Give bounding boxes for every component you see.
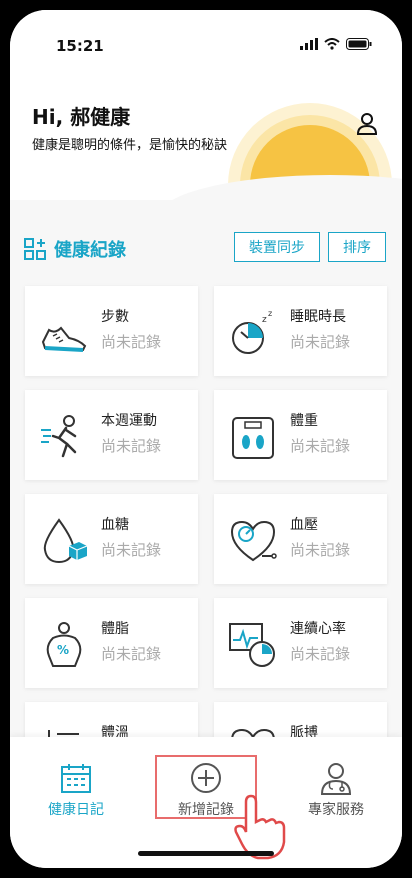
svg-text:z: z (268, 309, 272, 318)
greeting-title: Hi, 郝健康 (32, 105, 131, 129)
heart-rate-clock-icon (229, 623, 275, 667)
body-fat-icon: % (46, 622, 82, 667)
scale-icon (232, 417, 274, 459)
card-value: 尚未記錄 (290, 541, 351, 559)
tab-label: 健康日記 (48, 802, 104, 818)
tab-expert-service[interactable]: 專家服務 (276, 761, 396, 819)
doctor-icon (320, 763, 352, 795)
card-title: 連續心率 (290, 621, 346, 637)
card-continuous-heart-rate[interactable]: 連續心率 尚未記錄 (214, 598, 387, 688)
card-title: 血壓 (290, 517, 318, 533)
card-title: 本週運動 (101, 413, 157, 429)
card-blood-sugar[interactable]: 血糖 尚未記錄 (25, 494, 198, 584)
card-blood-pressure[interactable]: 血壓 尚未記錄 (214, 494, 387, 584)
section-title: 健康紀錄 (54, 240, 126, 261)
tab-label: 專家服務 (308, 802, 364, 818)
sort-button[interactable]: 排序 (328, 232, 386, 262)
running-icon (41, 415, 77, 458)
card-value: 尚未記錄 (290, 437, 351, 455)
card-title: 血糖 (101, 517, 129, 533)
app-screen: 15:21 Hi, 郝健康 健康是聰明的條件，是愉快的秘訣 健康紀錄 裝置同步 … (10, 10, 402, 868)
card-value: 尚未記錄 (101, 333, 162, 351)
user-profile-icon[interactable] (356, 112, 378, 136)
sleep-clock-icon: zz (232, 309, 272, 354)
card-value: 尚未記錄 (101, 541, 162, 559)
signal-icon (300, 38, 318, 50)
card-weekly-exercise[interactable]: 本週運動 尚未記錄 (25, 390, 198, 480)
status-bar: 15:21 (10, 10, 402, 70)
health-records-heading: 健康紀錄 (24, 236, 126, 262)
hill-illustration (160, 175, 402, 200)
card-value: 尚未記錄 (101, 645, 162, 663)
card-value: 尚未記錄 (101, 437, 162, 455)
card-steps[interactable]: 步數 尚未記錄 (25, 286, 198, 376)
heart-gauge-icon (230, 520, 277, 562)
status-icons (300, 38, 372, 50)
card-body-fat[interactable]: % 體脂 尚未記錄 (25, 598, 198, 688)
phone-frame: 15:21 Hi, 郝健康 健康是聰明的條件，是愉快的秘訣 健康紀錄 裝置同步 … (0, 0, 412, 878)
device-sync-button[interactable]: 裝置同步 (234, 232, 320, 262)
card-weight[interactable]: 體重 尚未記錄 (214, 390, 387, 480)
card-value: 尚未記錄 (290, 333, 351, 351)
card-sleep[interactable]: zz 睡眠時長 尚未記錄 (214, 286, 387, 376)
calendar-icon (61, 764, 91, 793)
status-time: 15:21 (56, 37, 104, 55)
svg-text:z: z (262, 315, 267, 325)
tab-health-diary[interactable]: 健康日記 (16, 761, 136, 819)
card-title: 體脂 (101, 621, 129, 637)
home-indicator (138, 851, 274, 856)
greeting-subtitle: 健康是聰明的條件，是愉快的秘訣 (32, 138, 228, 153)
blood-drop-icon (43, 518, 88, 564)
card-title: 睡眠時長 (290, 309, 346, 325)
card-value: 尚未記錄 (290, 645, 351, 663)
card-title: 體重 (290, 413, 318, 429)
battery-icon (346, 38, 372, 50)
card-title: 步數 (101, 309, 129, 325)
shoe-icon (41, 326, 87, 352)
grid-icon (24, 238, 46, 260)
bottom-tab-bar: 健康日記 新增記錄 專家服務 (10, 737, 402, 868)
wifi-icon (324, 38, 340, 50)
svg-text:%: % (57, 643, 69, 657)
greeting-header: Hi, 郝健康 健康是聰明的條件，是愉快的秘訣 (10, 70, 402, 200)
